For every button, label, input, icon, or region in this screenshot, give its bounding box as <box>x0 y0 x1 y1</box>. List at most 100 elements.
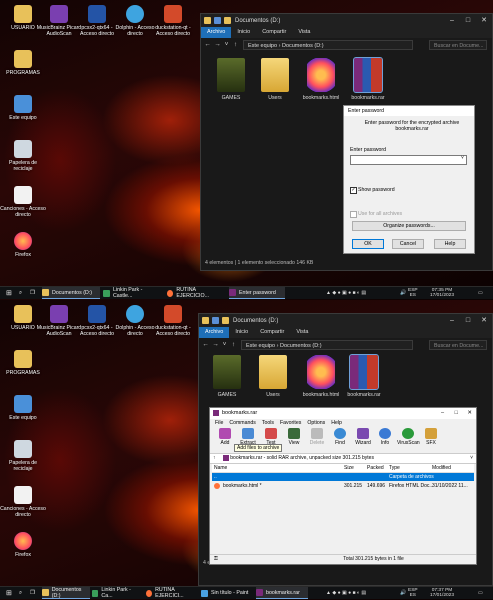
tab-inicio[interactable]: Inicio <box>231 27 256 38</box>
search-input[interactable]: Buscar en Docume... <box>429 40 487 50</box>
desktop-icon-papelera[interactable]: Papelera de reciclaje <box>0 140 46 172</box>
chevron-down-icon[interactable]: ˅ <box>470 454 473 463</box>
close-button[interactable]: ✕ <box>467 408 472 419</box>
file-item-users[interactable]: Users <box>251 355 295 398</box>
breadcrumb-documentos[interactable]: Documentos (D:) <box>282 43 324 49</box>
save-icon[interactable] <box>212 317 219 324</box>
desktop-icon-este-equipo[interactable]: Este equipo <box>0 395 46 421</box>
column-packed[interactable]: Packed <box>367 464 384 472</box>
tab-compartir[interactable]: Compartir <box>256 27 292 38</box>
task-view-icon[interactable]: ❐ <box>30 287 35 299</box>
column-size[interactable]: Size <box>344 464 354 472</box>
password-field[interactable] <box>350 155 467 165</box>
menu-tools[interactable]: Tools <box>259 419 277 428</box>
view-button[interactable]: View <box>283 428 305 446</box>
file-item-bookmarks-rar[interactable]: bookmarks.rar <box>342 354 386 398</box>
tab-inicio[interactable]: Inicio <box>229 327 254 338</box>
find-button[interactable]: Find <box>329 428 351 446</box>
taskbar-item-explorer[interactable]: Documentos (D:) <box>42 287 100 299</box>
notification-icon[interactable]: ▭ <box>478 290 483 296</box>
column-modified[interactable]: Modified <box>432 464 451 472</box>
chevron-down-icon[interactable]: ˅ <box>222 41 231 48</box>
file-item-bookmarks-html[interactable]: bookmarks.html <box>299 355 343 398</box>
desktop-icon-este-equipo[interactable]: Este equipo <box>0 95 46 121</box>
tray-icons[interactable]: ▲ ◆ ● ▣ ● ■ ◐ ▤ <box>326 290 366 296</box>
back-icon[interactable]: ← <box>203 41 212 48</box>
start-button[interactable]: ⊞ <box>6 587 12 599</box>
clock[interactable]: 07:35 PM 17/01/2023 <box>430 288 454 298</box>
breadcrumb-este-equipo[interactable]: Este equipo <box>246 343 275 349</box>
forward-icon[interactable]: → <box>213 41 222 48</box>
tab-archivo[interactable]: Archivo <box>199 327 230 338</box>
task-view-icon[interactable]: ❐ <box>30 587 35 599</box>
column-type[interactable]: Type <box>389 464 400 472</box>
desktop-icon-duckstation[interactable]: duckstation-qt - Acceso directo <box>150 5 196 37</box>
taskbar-item-enter-password[interactable]: Enter password <box>229 287 285 299</box>
desktop-icon-canciones[interactable]: Canciones - Acceso directo <box>0 486 46 518</box>
new-folder-icon[interactable] <box>222 317 229 324</box>
volume-icon[interactable]: 🔊 <box>400 290 406 296</box>
clock[interactable]: 07:37 PM 17/01/2023 <box>430 588 454 598</box>
organize-passwords-button[interactable]: Organize passwords... <box>352 221 466 231</box>
minimize-button[interactable]: – <box>444 314 460 327</box>
breadcrumb[interactable]: Este equipo › Documentos (D:) <box>241 340 413 350</box>
desktop-icon-papelera[interactable]: Papelera de reciclaje <box>0 440 46 472</box>
up-icon[interactable]: ↑ <box>213 455 216 461</box>
forward-icon[interactable]: → <box>211 341 220 348</box>
maximize-button[interactable]: □ <box>455 408 458 419</box>
notification-icon[interactable]: ▭ <box>478 590 483 596</box>
search-icon[interactable]: ⌕ <box>19 287 22 299</box>
volume-icon[interactable]: 🔊 <box>400 590 406 596</box>
chevron-down-icon[interactable]: ˅ <box>461 155 464 161</box>
info-button[interactable]: Info <box>374 428 396 446</box>
tab-vista[interactable]: Vista <box>292 27 316 38</box>
taskbar-item-linkin[interactable]: Linkin Park - Castle... <box>103 287 163 299</box>
desktop-icon-programas[interactable]: PROGRAMAS <box>0 50 46 76</box>
use-all-checkbox[interactable] <box>350 211 357 218</box>
breadcrumb[interactable]: Este equipo › Documentos (D:) <box>243 40 413 50</box>
taskbar-item-explorer[interactable]: Documentos (D:) <box>42 587 90 599</box>
cancel-button[interactable]: Cancel <box>392 239 424 249</box>
add-button[interactable]: Add <box>214 428 236 446</box>
virusscan-button[interactable]: VirusScan <box>397 428 420 446</box>
tab-vista[interactable]: Vista <box>290 327 314 338</box>
desktop-icon-duckstation[interactable]: duckstation-qt - Acceso directo <box>150 305 196 337</box>
taskbar-item-linkin[interactable]: Linkin Park - Ca... <box>92 587 140 599</box>
close-button[interactable]: ✕ <box>476 314 492 327</box>
table-row[interactable]: bookmarks.html * 301.215 149.696 Firefox… <box>212 482 474 490</box>
file-item-games[interactable]: GAMES <box>209 58 253 101</box>
file-item-bookmarks-html[interactable]: bookmarks.html <box>299 58 343 101</box>
desktop-icon-canciones[interactable]: Canciones - Acceso directo <box>0 186 46 218</box>
up-icon[interactable]: ↑ <box>231 41 240 48</box>
desktop-icon-programas[interactable]: PROGRAMAS <box>0 350 46 376</box>
taskbar-item-rutina[interactable]: RUTINA EJERCICIO... <box>167 287 225 299</box>
help-button[interactable]: Help <box>434 239 466 249</box>
file-item-games[interactable]: GAMES <box>205 355 249 398</box>
taskbar-item-bookmarks-rar[interactable]: bookmarks.rar <box>256 587 308 599</box>
tab-compartir[interactable]: Compartir <box>254 327 290 338</box>
maximize-button[interactable]: □ <box>460 14 476 27</box>
back-icon[interactable]: ← <box>201 341 210 348</box>
taskbar-item-paint[interactable]: Sin título - Paint <box>201 587 253 599</box>
menu-options[interactable]: Options <box>304 419 328 428</box>
menu-favorites[interactable]: Favorites <box>277 419 304 428</box>
menu-file[interactable]: File <box>212 419 226 428</box>
close-button[interactable]: ✕ <box>476 14 492 27</box>
menu-help[interactable]: Help <box>328 419 345 428</box>
file-item-users[interactable]: Users <box>253 58 297 101</box>
sfx-button[interactable]: SFX <box>420 428 442 446</box>
column-name[interactable]: Name <box>214 464 227 472</box>
chevron-down-icon[interactable]: ˅ <box>220 341 229 348</box>
desktop-icon-firefox[interactable]: Firefox <box>0 532 46 558</box>
new-folder-icon[interactable] <box>224 17 231 24</box>
table-row[interactable]: .. Carpeta de archivos <box>212 473 474 481</box>
desktop-icon-firefox[interactable]: Firefox <box>0 232 46 258</box>
save-icon[interactable] <box>214 17 221 24</box>
up-icon[interactable]: ↑ <box>229 341 238 348</box>
search-input[interactable]: Buscar en Docume... <box>429 340 487 350</box>
tab-archivo[interactable]: Archivo <box>201 27 232 38</box>
breadcrumb-documentos[interactable]: Documentos (D:) <box>280 343 322 349</box>
show-password-checkbox[interactable]: ✓ <box>350 187 357 194</box>
menu-commands[interactable]: Commands <box>226 419 259 428</box>
breadcrumb-este-equipo[interactable]: Este equipo <box>248 43 277 49</box>
